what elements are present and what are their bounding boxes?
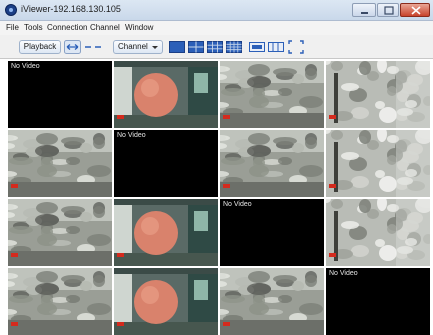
video-cell[interactable] <box>220 130 324 197</box>
record-indicator-icon <box>329 115 336 119</box>
ptz-icon[interactable] <box>84 40 102 54</box>
title-bar[interactable]: iViewer-192.168.130.105 <box>0 0 433 21</box>
video-cell[interactable]: No Video <box>8 61 112 128</box>
camera-feed-image <box>114 61 218 128</box>
video-cell[interactable] <box>114 268 218 335</box>
minimize-button[interactable] <box>352 3 376 17</box>
menu-window[interactable]: Window <box>125 23 153 32</box>
layout-wide-icon[interactable] <box>249 40 265 54</box>
no-video-label: No Video <box>329 270 358 277</box>
maximize-button[interactable] <box>377 3 399 17</box>
maximize-icon <box>384 6 394 15</box>
record-indicator-icon <box>117 253 124 257</box>
record-indicator-icon <box>11 184 18 188</box>
video-cell[interactable] <box>114 61 218 128</box>
close-icon <box>411 6 421 15</box>
record-indicator-icon <box>11 253 18 257</box>
video-cell[interactable] <box>220 61 324 128</box>
record-indicator-icon <box>11 322 18 326</box>
app-icon <box>5 4 17 16</box>
close-button[interactable] <box>400 3 430 17</box>
menu-bar: File Tools Connection Channel Window <box>0 21 433 35</box>
camera-feed-image <box>114 199 218 266</box>
iviewer-window: iViewer-192.168.130.105 File Tools Conne… <box>0 0 433 335</box>
video-cell[interactable] <box>114 199 218 266</box>
video-cell[interactable] <box>326 199 430 266</box>
menu-tools[interactable]: Tools <box>24 23 43 32</box>
no-video-label: No Video <box>117 132 146 139</box>
record-indicator-icon <box>329 184 336 188</box>
record-indicator-icon <box>329 253 336 257</box>
camera-feed-image <box>220 130 324 197</box>
no-video-label: No Video <box>223 201 252 208</box>
sequence-icon[interactable] <box>64 40 81 54</box>
layout-1x1-icon[interactable] <box>169 40 185 54</box>
record-indicator-icon <box>117 322 124 326</box>
video-cell[interactable] <box>8 130 112 197</box>
video-cell[interactable] <box>220 268 324 335</box>
camera-feed-image <box>8 130 112 197</box>
channel-dropdown-label: Channel <box>118 42 148 51</box>
video-grid: No Video No Video No Video No Video <box>8 61 433 335</box>
layout-panel-icon[interactable] <box>268 40 284 54</box>
video-cell[interactable]: No Video <box>220 199 324 266</box>
playback-button[interactable]: Playback <box>19 40 61 54</box>
chevron-down-icon <box>152 46 158 49</box>
layout-3x3-icon[interactable] <box>207 40 223 54</box>
video-cell[interactable] <box>326 130 430 197</box>
camera-feed-image <box>8 268 112 335</box>
channel-dropdown[interactable]: Channel <box>113 40 163 54</box>
menu-file[interactable]: File <box>6 23 19 32</box>
camera-feed-image <box>326 130 430 197</box>
fullscreen-icon[interactable] <box>288 40 304 54</box>
no-video-label: No Video <box>11 63 40 70</box>
layout-4x4-icon[interactable] <box>226 40 242 54</box>
menu-connection[interactable]: Connection <box>47 23 87 32</box>
toolbar: Playback Channel <box>0 35 433 59</box>
video-cell[interactable]: No Video <box>114 130 218 197</box>
camera-feed-image <box>326 199 430 266</box>
video-cell[interactable] <box>8 268 112 335</box>
camera-feed-image <box>220 61 324 128</box>
camera-feed-image <box>114 268 218 335</box>
video-cell[interactable] <box>8 199 112 266</box>
video-cell[interactable]: No Video <box>326 268 430 335</box>
camera-feed-image <box>326 61 430 128</box>
record-indicator-icon <box>223 115 230 119</box>
layout-2x2-icon[interactable] <box>188 40 204 54</box>
record-indicator-icon <box>223 322 230 326</box>
camera-feed-image <box>8 199 112 266</box>
camera-feed-image <box>220 268 324 335</box>
video-cell[interactable] <box>326 61 430 128</box>
minimize-icon <box>361 12 368 14</box>
record-indicator-icon <box>223 184 230 188</box>
record-indicator-icon <box>117 115 124 119</box>
menu-channel[interactable]: Channel <box>90 23 120 32</box>
window-title: iViewer-192.168.130.105 <box>21 4 121 14</box>
